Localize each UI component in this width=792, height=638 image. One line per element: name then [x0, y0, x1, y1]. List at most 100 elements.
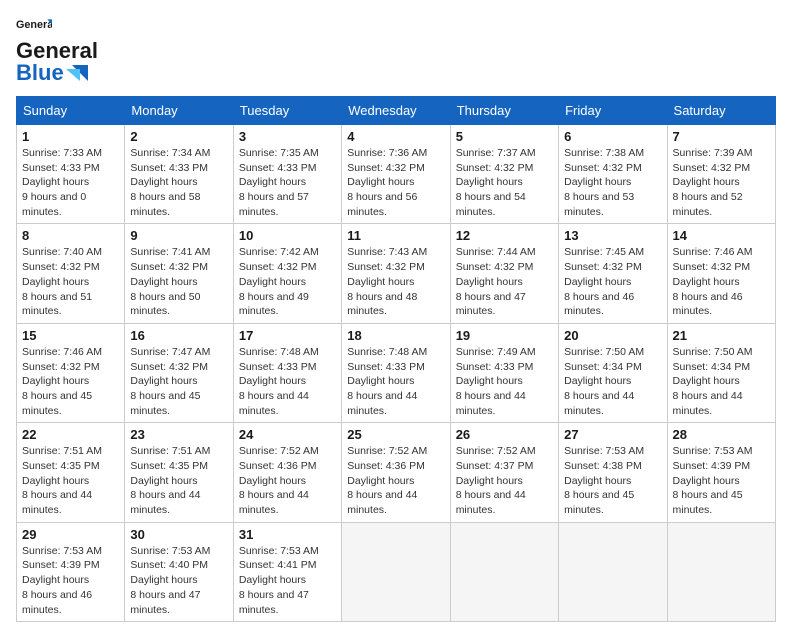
calendar-day-cell: 9 Sunrise: 7:41 AM Sunset: 4:32 PM Dayli… — [125, 224, 233, 323]
daylight-value: 8 hours and 44 minutes. — [673, 390, 743, 417]
daylight-label: Daylight hours — [239, 375, 306, 387]
sunrise-label: Sunrise: 7:51 AM — [22, 445, 102, 457]
calendar-day-cell: 20 Sunrise: 7:50 AM Sunset: 4:34 PM Dayl… — [559, 323, 667, 422]
day-number: 28 — [673, 427, 770, 442]
sunrise-label: Sunrise: 7:47 AM — [130, 346, 210, 358]
svg-text:General: General — [16, 19, 52, 31]
daylight-label: Daylight hours — [130, 276, 197, 288]
day-info: Sunrise: 7:52 AM Sunset: 4:36 PM Dayligh… — [239, 444, 336, 517]
calendar-day-cell: 8 Sunrise: 7:40 AM Sunset: 4:32 PM Dayli… — [17, 224, 125, 323]
sunrise-label: Sunrise: 7:45 AM — [564, 246, 644, 258]
sunrise-label: Sunrise: 7:34 AM — [130, 147, 210, 159]
calendar-table: SundayMondayTuesdayWednesdayThursdayFrid… — [16, 96, 776, 622]
sunset-label: Sunset: 4:33 PM — [456, 361, 534, 373]
day-number: 12 — [456, 228, 553, 243]
day-info: Sunrise: 7:45 AM Sunset: 4:32 PM Dayligh… — [564, 245, 661, 318]
day-number: 7 — [673, 129, 770, 144]
day-info: Sunrise: 7:53 AM Sunset: 4:41 PM Dayligh… — [239, 544, 336, 617]
daylight-label: Daylight hours — [456, 276, 523, 288]
day-info: Sunrise: 7:53 AM Sunset: 4:39 PM Dayligh… — [673, 444, 770, 517]
calendar-day-cell: 31 Sunrise: 7:53 AM Sunset: 4:41 PM Dayl… — [233, 522, 341, 621]
sunrise-label: Sunrise: 7:53 AM — [130, 545, 210, 557]
sunset-label: Sunset: 4:41 PM — [239, 559, 317, 571]
sunrise-label: Sunrise: 7:53 AM — [673, 445, 753, 457]
calendar-day-cell: 27 Sunrise: 7:53 AM Sunset: 4:38 PM Dayl… — [559, 423, 667, 522]
day-number: 3 — [239, 129, 336, 144]
day-info: Sunrise: 7:53 AM Sunset: 4:40 PM Dayligh… — [130, 544, 227, 617]
calendar-body: 1 Sunrise: 7:33 AM Sunset: 4:33 PM Dayli… — [17, 125, 776, 622]
day-number: 31 — [239, 527, 336, 542]
calendar-day-cell: 22 Sunrise: 7:51 AM Sunset: 4:35 PM Dayl… — [17, 423, 125, 522]
daylight-label: Daylight hours — [239, 574, 306, 586]
sunset-label: Sunset: 4:32 PM — [456, 261, 534, 273]
calendar-day-cell: 2 Sunrise: 7:34 AM Sunset: 4:33 PM Dayli… — [125, 125, 233, 224]
daylight-value: 8 hours and 45 minutes. — [564, 489, 634, 516]
sunset-label: Sunset: 4:32 PM — [130, 361, 208, 373]
sunrise-label: Sunrise: 7:50 AM — [673, 346, 753, 358]
calendar-day-cell: 24 Sunrise: 7:52 AM Sunset: 4:36 PM Dayl… — [233, 423, 341, 522]
day-number: 29 — [22, 527, 119, 542]
daylight-label: Daylight hours — [347, 375, 414, 387]
calendar-day-cell — [667, 522, 775, 621]
daylight-label: Daylight hours — [673, 475, 740, 487]
day-info: Sunrise: 7:48 AM Sunset: 4:33 PM Dayligh… — [239, 345, 336, 418]
sunset-label: Sunset: 4:32 PM — [130, 261, 208, 273]
sunset-label: Sunset: 4:36 PM — [347, 460, 425, 472]
daylight-value: 8 hours and 47 minutes. — [239, 589, 309, 616]
calendar-week-row: 1 Sunrise: 7:33 AM Sunset: 4:33 PM Dayli… — [17, 125, 776, 224]
calendar-day-cell — [450, 522, 558, 621]
daylight-label: Daylight hours — [22, 475, 89, 487]
weekday-header-cell: Saturday — [667, 97, 775, 125]
day-info: Sunrise: 7:36 AM Sunset: 4:32 PM Dayligh… — [347, 146, 444, 219]
logo-arrow-icon — [66, 65, 88, 81]
sunset-label: Sunset: 4:34 PM — [564, 361, 642, 373]
day-info: Sunrise: 7:50 AM Sunset: 4:34 PM Dayligh… — [564, 345, 661, 418]
day-info: Sunrise: 7:50 AM Sunset: 4:34 PM Dayligh… — [673, 345, 770, 418]
daylight-value: 8 hours and 44 minutes. — [130, 489, 200, 516]
daylight-value: 8 hours and 44 minutes. — [347, 390, 417, 417]
daylight-label: Daylight hours — [239, 475, 306, 487]
daylight-label: Daylight hours — [673, 375, 740, 387]
day-number: 24 — [239, 427, 336, 442]
day-info: Sunrise: 7:41 AM Sunset: 4:32 PM Dayligh… — [130, 245, 227, 318]
sunset-label: Sunset: 4:32 PM — [239, 261, 317, 273]
daylight-label: Daylight hours — [564, 276, 631, 288]
calendar-day-cell: 11 Sunrise: 7:43 AM Sunset: 4:32 PM Dayl… — [342, 224, 450, 323]
daylight-label: Daylight hours — [673, 176, 740, 188]
sunset-label: Sunset: 4:32 PM — [347, 162, 425, 174]
sunset-label: Sunset: 4:39 PM — [22, 559, 100, 571]
daylight-value: 8 hours and 45 minutes. — [130, 390, 200, 417]
daylight-value: 8 hours and 47 minutes. — [130, 589, 200, 616]
daylight-value: 8 hours and 54 minutes. — [456, 191, 526, 218]
sunrise-label: Sunrise: 7:46 AM — [22, 346, 102, 358]
daylight-label: Daylight hours — [239, 276, 306, 288]
weekday-header-cell: Wednesday — [342, 97, 450, 125]
calendar-day-cell: 10 Sunrise: 7:42 AM Sunset: 4:32 PM Dayl… — [233, 224, 341, 323]
sunset-label: Sunset: 4:40 PM — [130, 559, 208, 571]
daylight-value: 8 hours and 44 minutes. — [347, 489, 417, 516]
daylight-value: 8 hours and 45 minutes. — [22, 390, 92, 417]
daylight-value: 8 hours and 44 minutes. — [239, 390, 309, 417]
day-number: 22 — [22, 427, 119, 442]
calendar-day-cell: 21 Sunrise: 7:50 AM Sunset: 4:34 PM Dayl… — [667, 323, 775, 422]
calendar-day-cell: 4 Sunrise: 7:36 AM Sunset: 4:32 PM Dayli… — [342, 125, 450, 224]
daylight-value: 8 hours and 46 minutes. — [673, 291, 743, 318]
day-number: 20 — [564, 328, 661, 343]
day-number: 1 — [22, 129, 119, 144]
sunset-label: Sunset: 4:33 PM — [347, 361, 425, 373]
daylight-label: Daylight hours — [130, 375, 197, 387]
sunrise-label: Sunrise: 7:37 AM — [456, 147, 536, 159]
calendar-week-row: 22 Sunrise: 7:51 AM Sunset: 4:35 PM Dayl… — [17, 423, 776, 522]
daylight-value: 8 hours and 46 minutes. — [564, 291, 634, 318]
day-info: Sunrise: 7:38 AM Sunset: 4:32 PM Dayligh… — [564, 146, 661, 219]
daylight-label: Daylight hours — [130, 574, 197, 586]
day-info: Sunrise: 7:46 AM Sunset: 4:32 PM Dayligh… — [22, 345, 119, 418]
day-info: Sunrise: 7:48 AM Sunset: 4:33 PM Dayligh… — [347, 345, 444, 418]
sunset-label: Sunset: 4:33 PM — [239, 162, 317, 174]
sunrise-label: Sunrise: 7:36 AM — [347, 147, 427, 159]
day-info: Sunrise: 7:39 AM Sunset: 4:32 PM Dayligh… — [673, 146, 770, 219]
sunset-label: Sunset: 4:32 PM — [564, 162, 642, 174]
calendar-day-cell: 29 Sunrise: 7:53 AM Sunset: 4:39 PM Dayl… — [17, 522, 125, 621]
calendar-week-row: 15 Sunrise: 7:46 AM Sunset: 4:32 PM Dayl… — [17, 323, 776, 422]
weekday-header-cell: Tuesday — [233, 97, 341, 125]
